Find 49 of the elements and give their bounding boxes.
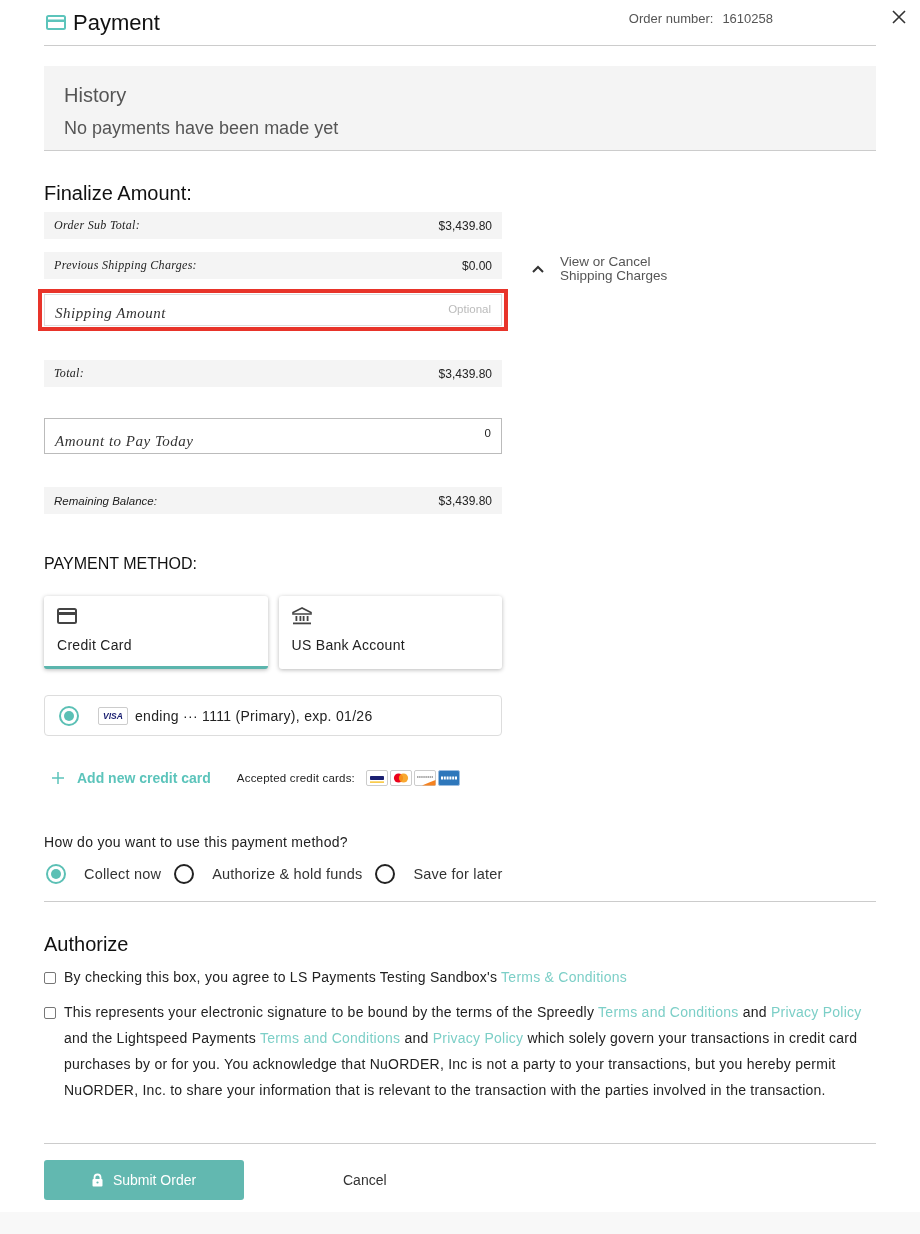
close-icon — [892, 10, 906, 24]
amount-field[interactable]: Amount to Pay Today 0 — [44, 418, 502, 454]
consent-text: By checking this box, you agree to LS Payments Testing Sandbox's Terms & Conditions — [64, 968, 628, 987]
payment-method-tab[interactable]: US Bank Account — [278, 596, 502, 669]
checkbox[interactable] — [44, 1007, 56, 1019]
card-brand-icon — [438, 770, 460, 786]
card-brand-badge: VISA — [98, 706, 128, 725]
row-label: Remaining Balance: — [54, 494, 157, 507]
card-brand-icon — [414, 770, 436, 786]
usage-option[interactable]: Authorize & hold funds — [174, 864, 363, 884]
field-label: Amount to Pay Today — [55, 433, 194, 450]
row-value: $0.00 — [461, 258, 492, 273]
usage-option[interactable]: Collect now — [46, 864, 162, 884]
field-value: 0 — [484, 426, 491, 440]
saved-card-option[interactable]: VISA ending ··· 1111 (Primary), exp. 01/26 — [44, 695, 502, 736]
amount-field[interactable]: Shipping Amount Optional — [44, 294, 502, 326]
row-label: Previous Shipping Charges: — [54, 258, 197, 273]
payment-method-tab[interactable]: Credit Card — [44, 596, 268, 669]
section-title: PAYMENT METHOD: — [44, 554, 198, 574]
row-label: Order Sub Total: — [54, 218, 140, 233]
order-number: 1610258 — [722, 11, 773, 26]
row-value: $3,439.80 — [438, 366, 492, 381]
bank-icon — [291, 607, 312, 625]
section-title: Authorize — [44, 932, 130, 956]
page-title: Payment — [73, 9, 161, 36]
history-title: History — [64, 83, 128, 108]
card-brand-icon — [366, 770, 388, 786]
field-placeholder: Optional — [448, 302, 491, 316]
cancel-button[interactable]: Cancel — [343, 1168, 387, 1192]
row-label: Total: — [54, 366, 85, 381]
accepted-cards-label: Accepted credit cards: — [236, 772, 355, 784]
section-title: Finalize Amount: — [44, 181, 193, 205]
usage-option[interactable]: Save for later — [375, 864, 503, 884]
order-number-label: Order number: — [628, 11, 714, 26]
lock-icon — [91, 1173, 103, 1187]
checkbox[interactable] — [44, 972, 56, 984]
plus-icon — [52, 772, 64, 784]
row-value: $3,439.80 — [438, 218, 492, 233]
row-value: $3,439.80 — [438, 493, 492, 508]
usage-question: How do you want to use this payment method? — [44, 833, 349, 851]
shipping-charges-toggle[interactable]: View or Cancel Shipping Charges — [532, 255, 876, 283]
history-message: No payments have been made yet — [64, 117, 340, 139]
overlapping-circles-icon — [390, 770, 412, 786]
card-description: ending ··· 1111 (Primary), exp. 01/26 — [135, 707, 373, 724]
close-button[interactable] — [892, 10, 906, 24]
consent-text: This represents your electronic signature to be bound by the terms of the Spreedly Terms and Conditions and Privacy Policy and the Lightspeed Payments Terms and Conditions and Privacy Policy which solely govern your transactions in credit card purchases by or for you. You acknowledge that NuORDER, Inc is not a party to your transactions, but you hereby permit NuORDER, Inc. to share your information that is relevant to the transaction with the parties involved in the transaction. — [64, 1003, 863, 1100]
credit-card-icon — [46, 15, 66, 30]
field-label: Shipping Amount — [55, 305, 166, 322]
credit-card-icon — [57, 608, 77, 624]
